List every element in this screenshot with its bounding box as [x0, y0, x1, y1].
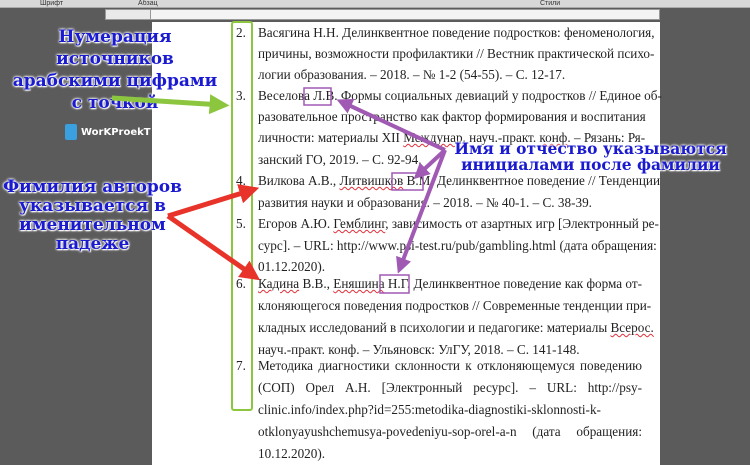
purple-arrow-1: [336, 98, 446, 152]
red-arrow-2: [166, 213, 261, 281]
initials-box-1: [303, 87, 332, 106]
red-arrow-1: [167, 184, 260, 219]
numbering-highlight-box: [231, 21, 253, 411]
green-arrow: [111, 94, 230, 115]
annotation-overlay: [111, 21, 447, 411]
purple-arrow-3: [396, 149, 447, 274]
initials-box-2: [391, 172, 424, 191]
initials-box-3: [379, 274, 410, 294]
